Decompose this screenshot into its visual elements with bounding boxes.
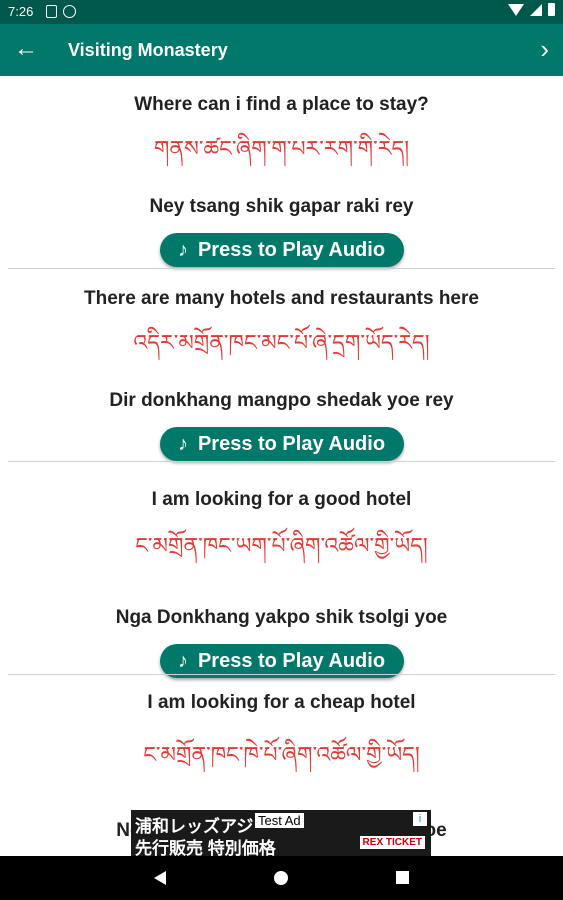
play-audio-button[interactable]: ♪ Press to Play Audio bbox=[159, 233, 404, 267]
phrase-tibetan: ང་མགྲོན་ཁང་ཁེ་པོ་ཞིག་འཚོལ་གྱི་ཡོད། bbox=[143, 742, 420, 767]
play-audio-label: Press to Play Audio bbox=[197, 649, 386, 672]
phrase-phonetic: Ney tsang shik gapar raki rey bbox=[149, 196, 414, 217]
divider bbox=[8, 268, 555, 269]
music-note-icon: ♪ bbox=[177, 238, 188, 261]
phrase-tibetan: ང་མགྲོན་ཁང་ཡག་པོ་ཞིག་འཚོལ་གྱི་ཡོད། bbox=[135, 533, 428, 558]
nav-home-icon[interactable] bbox=[274, 871, 288, 885]
system-nav-bar bbox=[0, 856, 563, 900]
phrase-tibetan: གནས་ཚང་ཞིག་ག་པར་རག་གི་རེད། bbox=[153, 136, 410, 161]
divider bbox=[8, 674, 555, 675]
arrow-left-icon[interactable]: ← bbox=[14, 37, 38, 61]
phrase-card: Where can i find a place to stay? གནས་ཚང… bbox=[0, 94, 563, 267]
phrase-english: I am looking for a cheap hotel bbox=[147, 692, 416, 713]
play-audio-label: Press to Play Audio bbox=[197, 238, 386, 261]
phrase-card: There are many hotels and restaurants he… bbox=[0, 288, 563, 461]
divider bbox=[8, 461, 555, 462]
phrase-english: Where can i find a place to stay? bbox=[134, 94, 429, 115]
signal-icon bbox=[530, 3, 542, 16]
app-bar: ← Visiting Monastery › bbox=[0, 24, 563, 76]
phrase-phonetic: Dir donkhang mangpo shedak yoe rey bbox=[109, 390, 454, 411]
page-title: Visiting Monastery bbox=[68, 40, 228, 60]
play-audio-button[interactable]: ♪ Press to Play Audio bbox=[159, 427, 404, 461]
sd-card-icon bbox=[46, 5, 57, 18]
chevron-right-icon[interactable]: › bbox=[540, 36, 549, 62]
nav-back-icon[interactable] bbox=[154, 871, 166, 885]
phrase-phonetic: Nga Donkhang yakpo shik tsolgi yoe bbox=[115, 607, 448, 628]
phrase-tibetan: འདིར་མགྲོན་ཁང་མང་པོ་ཞེ་དྲག་ཡོད་རེད། bbox=[133, 330, 430, 355]
status-time: 7:26 bbox=[8, 4, 34, 19]
ad-info-icon[interactable]: i bbox=[413, 812, 427, 826]
notification-icons bbox=[46, 5, 76, 18]
phrase-english: There are many hotels and restaurants he… bbox=[84, 288, 479, 309]
status-bar: 7:26 bbox=[0, 0, 563, 24]
ad-test-label: Test Ad bbox=[255, 813, 304, 828]
wifi-icon bbox=[508, 3, 524, 16]
ad-banner[interactable]: 浦和レッズアジ Test Ad 先行販売 特別価格 i REX TICKET bbox=[131, 810, 431, 856]
ad-brand: REX TICKET bbox=[359, 836, 425, 849]
system-icons bbox=[508, 3, 555, 16]
phrase-list[interactable]: Where can i find a place to stay? གནས་ཚང… bbox=[0, 76, 563, 856]
phrase-card: I am looking for a good hotel ང་མགྲོན་ཁང… bbox=[0, 489, 563, 678]
phrase-english: I am looking for a good hotel bbox=[151, 489, 412, 510]
music-note-icon: ♪ bbox=[177, 649, 188, 672]
sync-icon bbox=[63, 5, 76, 18]
play-audio-button[interactable]: ♪ Press to Play Audio bbox=[159, 644, 404, 678]
nav-recents-icon[interactable] bbox=[396, 871, 409, 884]
music-note-icon: ♪ bbox=[177, 432, 188, 455]
ad-subline: 先行販売 特別価格 bbox=[135, 839, 276, 856]
battery-icon bbox=[548, 3, 555, 16]
play-audio-label: Press to Play Audio bbox=[197, 432, 386, 455]
